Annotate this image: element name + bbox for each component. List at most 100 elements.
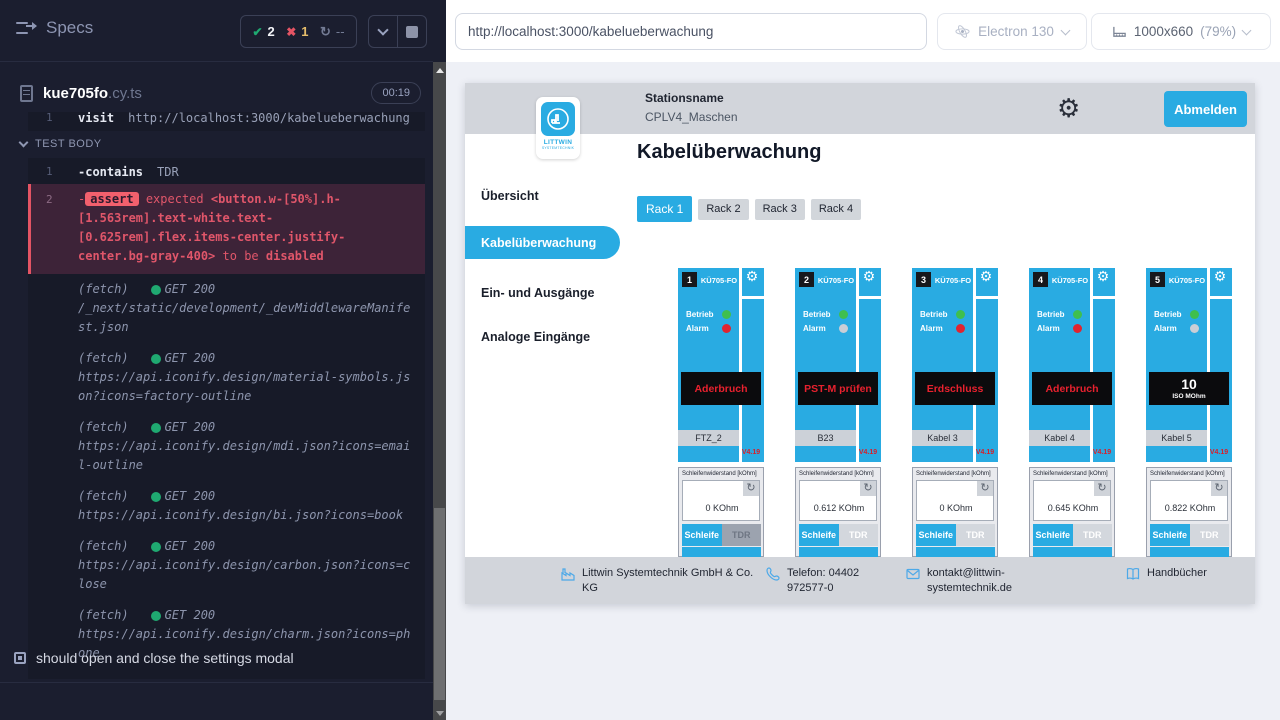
tab-rack-2[interactable]: Rack 2 <box>698 199 748 220</box>
divider <box>1210 296 1232 299</box>
schleife-button[interactable]: Schleife <box>1033 524 1073 546</box>
refresh-icon[interactable]: ↻ <box>743 481 759 496</box>
firmware-version: V4.19 <box>857 449 879 456</box>
ruler-icon <box>1112 24 1127 39</box>
visit-command: visit <box>78 112 114 125</box>
schleife-button[interactable]: Schleife <box>799 524 839 546</box>
refresh-icon[interactable]: ↻ <box>860 481 876 496</box>
card-title: KÜ705-FO <box>699 276 739 285</box>
visit-command-row[interactable]: 1 visithttp://localhost:3000/kabelueberw… <box>28 112 425 130</box>
scroll-up-arrow-icon[interactable] <box>436 68 444 73</box>
manuals-link[interactable]: Handbücher <box>1147 566 1207 604</box>
phone-icon <box>765 566 781 582</box>
divider <box>859 296 881 299</box>
card-gear-icon[interactable]: ⚙ <box>1093 268 1113 285</box>
settings-gear-icon[interactable]: ⚙ <box>1057 90 1080 126</box>
tab-rack-4[interactable]: Rack 4 <box>811 199 861 220</box>
betrieb-led <box>839 310 848 319</box>
browser-bar: Electron 130 1000x660 (79%) <box>446 0 1280 62</box>
station-name: CPLV4_Maschen <box>645 110 738 124</box>
nav-item-uebersicht[interactable]: Übersicht <box>465 186 620 206</box>
test-body-section[interactable]: TEST BODY <box>20 138 102 150</box>
spec-file-name: kue705fo <box>43 85 108 102</box>
app-header: Stationsname CPLV4_Maschen ⚙ Abmelden <box>465 83 1255 134</box>
app-footer: Littwin Systemtechnik GmbH & Co. KG Tele… <box>465 557 1255 604</box>
card-gear-icon[interactable]: ⚙ <box>976 268 996 285</box>
viewport-size: 1000x660 <box>1134 24 1193 39</box>
resistance-value-box: ↻ 0.612 KOhm <box>799 480 877 521</box>
scrollbar-thumb[interactable] <box>434 508 445 700</box>
card-number: 4 <box>1033 272 1048 287</box>
resistance-label: Schleifenwiderstand [kOhm] <box>799 471 874 477</box>
station-label: Stationsname <box>645 91 738 105</box>
divider <box>1033 547 1112 557</box>
visit-url: http://localhost:3000/kabelueberwachung <box>128 112 410 125</box>
fetch-log-row[interactable]: (fetch)GET 200 https://api.iconify.desig… <box>28 343 425 412</box>
command-log: 1 -containsTDR 2 -assert expected <butto… <box>28 158 425 679</box>
card-title: KÜ705-FO <box>1050 276 1090 285</box>
assert-state: disabled <box>266 249 324 263</box>
fetch-url: https://api.iconify.design/mdi.json?icon… <box>78 437 413 475</box>
device-card-3: 3 KÜ705-FO ⚙ Betrieb Alarm Erdschluss Ka… <box>912 268 998 557</box>
nav-item-kabelueberwachung[interactable]: Kabelüberwachung <box>465 226 620 259</box>
fetch-log-row[interactable]: (fetch)GET 200 https://api.iconify.desig… <box>28 531 425 600</box>
tdr-button[interactable]: TDR <box>956 524 996 546</box>
tdr-button[interactable]: TDR <box>722 524 762 546</box>
card-gear-icon[interactable]: ⚙ <box>742 268 762 285</box>
tdr-button[interactable]: TDR <box>1073 524 1113 546</box>
contains-command-row[interactable]: 1 -containsTDR <box>28 160 425 184</box>
collapse-button[interactable] <box>369 16 397 47</box>
logout-button[interactable]: Abmelden <box>1164 91 1247 127</box>
refresh-icon[interactable]: ↻ <box>977 481 993 496</box>
company-name: Littwin Systemtechnik GmbH & Co. KG <box>582 566 757 604</box>
fetch-log-row[interactable]: (fetch)GET 200 https://api.iconify.desig… <box>28 412 425 481</box>
alarm-led <box>956 324 965 333</box>
spec-file-header[interactable]: kue705fo .cy.ts 00:19 <box>12 78 421 108</box>
firmware-version: V4.19 <box>740 449 762 456</box>
email-address: kontakt@littwin-systemtechnik.de <box>927 566 1027 604</box>
viewport-select[interactable]: 1000x660 (79%) <box>1091 13 1271 50</box>
failed-assert-row[interactable]: 2 -assert expected <button.w-[50%].h-[1.… <box>28 184 425 274</box>
chevron-down-icon <box>1242 25 1252 35</box>
card-gear-icon[interactable]: ⚙ <box>859 268 879 285</box>
schleife-button[interactable]: Schleife <box>682 524 722 546</box>
divider <box>916 547 995 557</box>
scroll-down-arrow-icon[interactable] <box>436 711 444 716</box>
divider <box>976 296 998 299</box>
passed-count: 2 <box>268 24 275 39</box>
refresh-icon[interactable]: ↻ <box>1094 481 1110 496</box>
tab-rack-3[interactable]: Rack 3 <box>755 199 805 220</box>
failed-icon: ✖ <box>286 25 296 39</box>
firmware-version: V4.19 <box>974 449 996 456</box>
refresh-icon[interactable]: ↻ <box>1211 481 1227 496</box>
status-display: Erdschluss <box>915 372 995 405</box>
fetch-log-row[interactable]: (fetch)GET 200 /_next/static/development… <box>28 274 425 343</box>
fetch-log-row[interactable]: (fetch)GET 200 https://api.iconify.desig… <box>28 481 425 531</box>
cable-name: Kabel 4 <box>1029 430 1090 446</box>
browser-name: Electron 130 <box>978 24 1054 39</box>
iso-unit: ISO MOhm <box>1172 393 1205 400</box>
tdr-button[interactable]: TDR <box>1190 524 1230 546</box>
resistance-value: 0.822 KOhm <box>1151 503 1229 513</box>
tdr-button[interactable]: TDR <box>839 524 879 546</box>
schleife-button[interactable]: Schleife <box>916 524 956 546</box>
status-ok-dot <box>151 542 161 552</box>
tab-rack-1[interactable]: Rack 1 <box>637 196 692 222</box>
schleife-button[interactable]: Schleife <box>1150 524 1190 546</box>
card-gear-icon[interactable]: ⚙ <box>1210 268 1230 285</box>
chevron-down-icon <box>377 24 388 35</box>
contains-command: -contains <box>78 165 143 179</box>
url-input[interactable] <box>455 13 927 50</box>
chevron-down-icon <box>19 138 29 148</box>
resistance-value-box: ↻ 0 KOhm <box>682 480 760 521</box>
nav-item-analoge-eingaenge[interactable]: Analoge Eingänge <box>465 327 620 347</box>
card-title: KÜ705-FO <box>1167 276 1207 285</box>
nav-item-ein-und-ausgaenge[interactable]: Ein- und Ausgänge <box>465 283 620 303</box>
reporter-scrollbar[interactable] <box>433 62 446 720</box>
device-card-1: 1 KÜ705-FO ⚙ Betrieb Alarm Aderbruch FTZ… <box>678 268 764 557</box>
resistance-label: Schleifenwiderstand [kOhm] <box>682 471 757 477</box>
specs-toggle[interactable]: Specs <box>16 18 93 38</box>
browser-select[interactable]: Electron 130 <box>937 13 1087 50</box>
stop-button[interactable] <box>397 16 426 47</box>
next-test-row[interactable]: should open and close the settings modal <box>14 650 294 666</box>
